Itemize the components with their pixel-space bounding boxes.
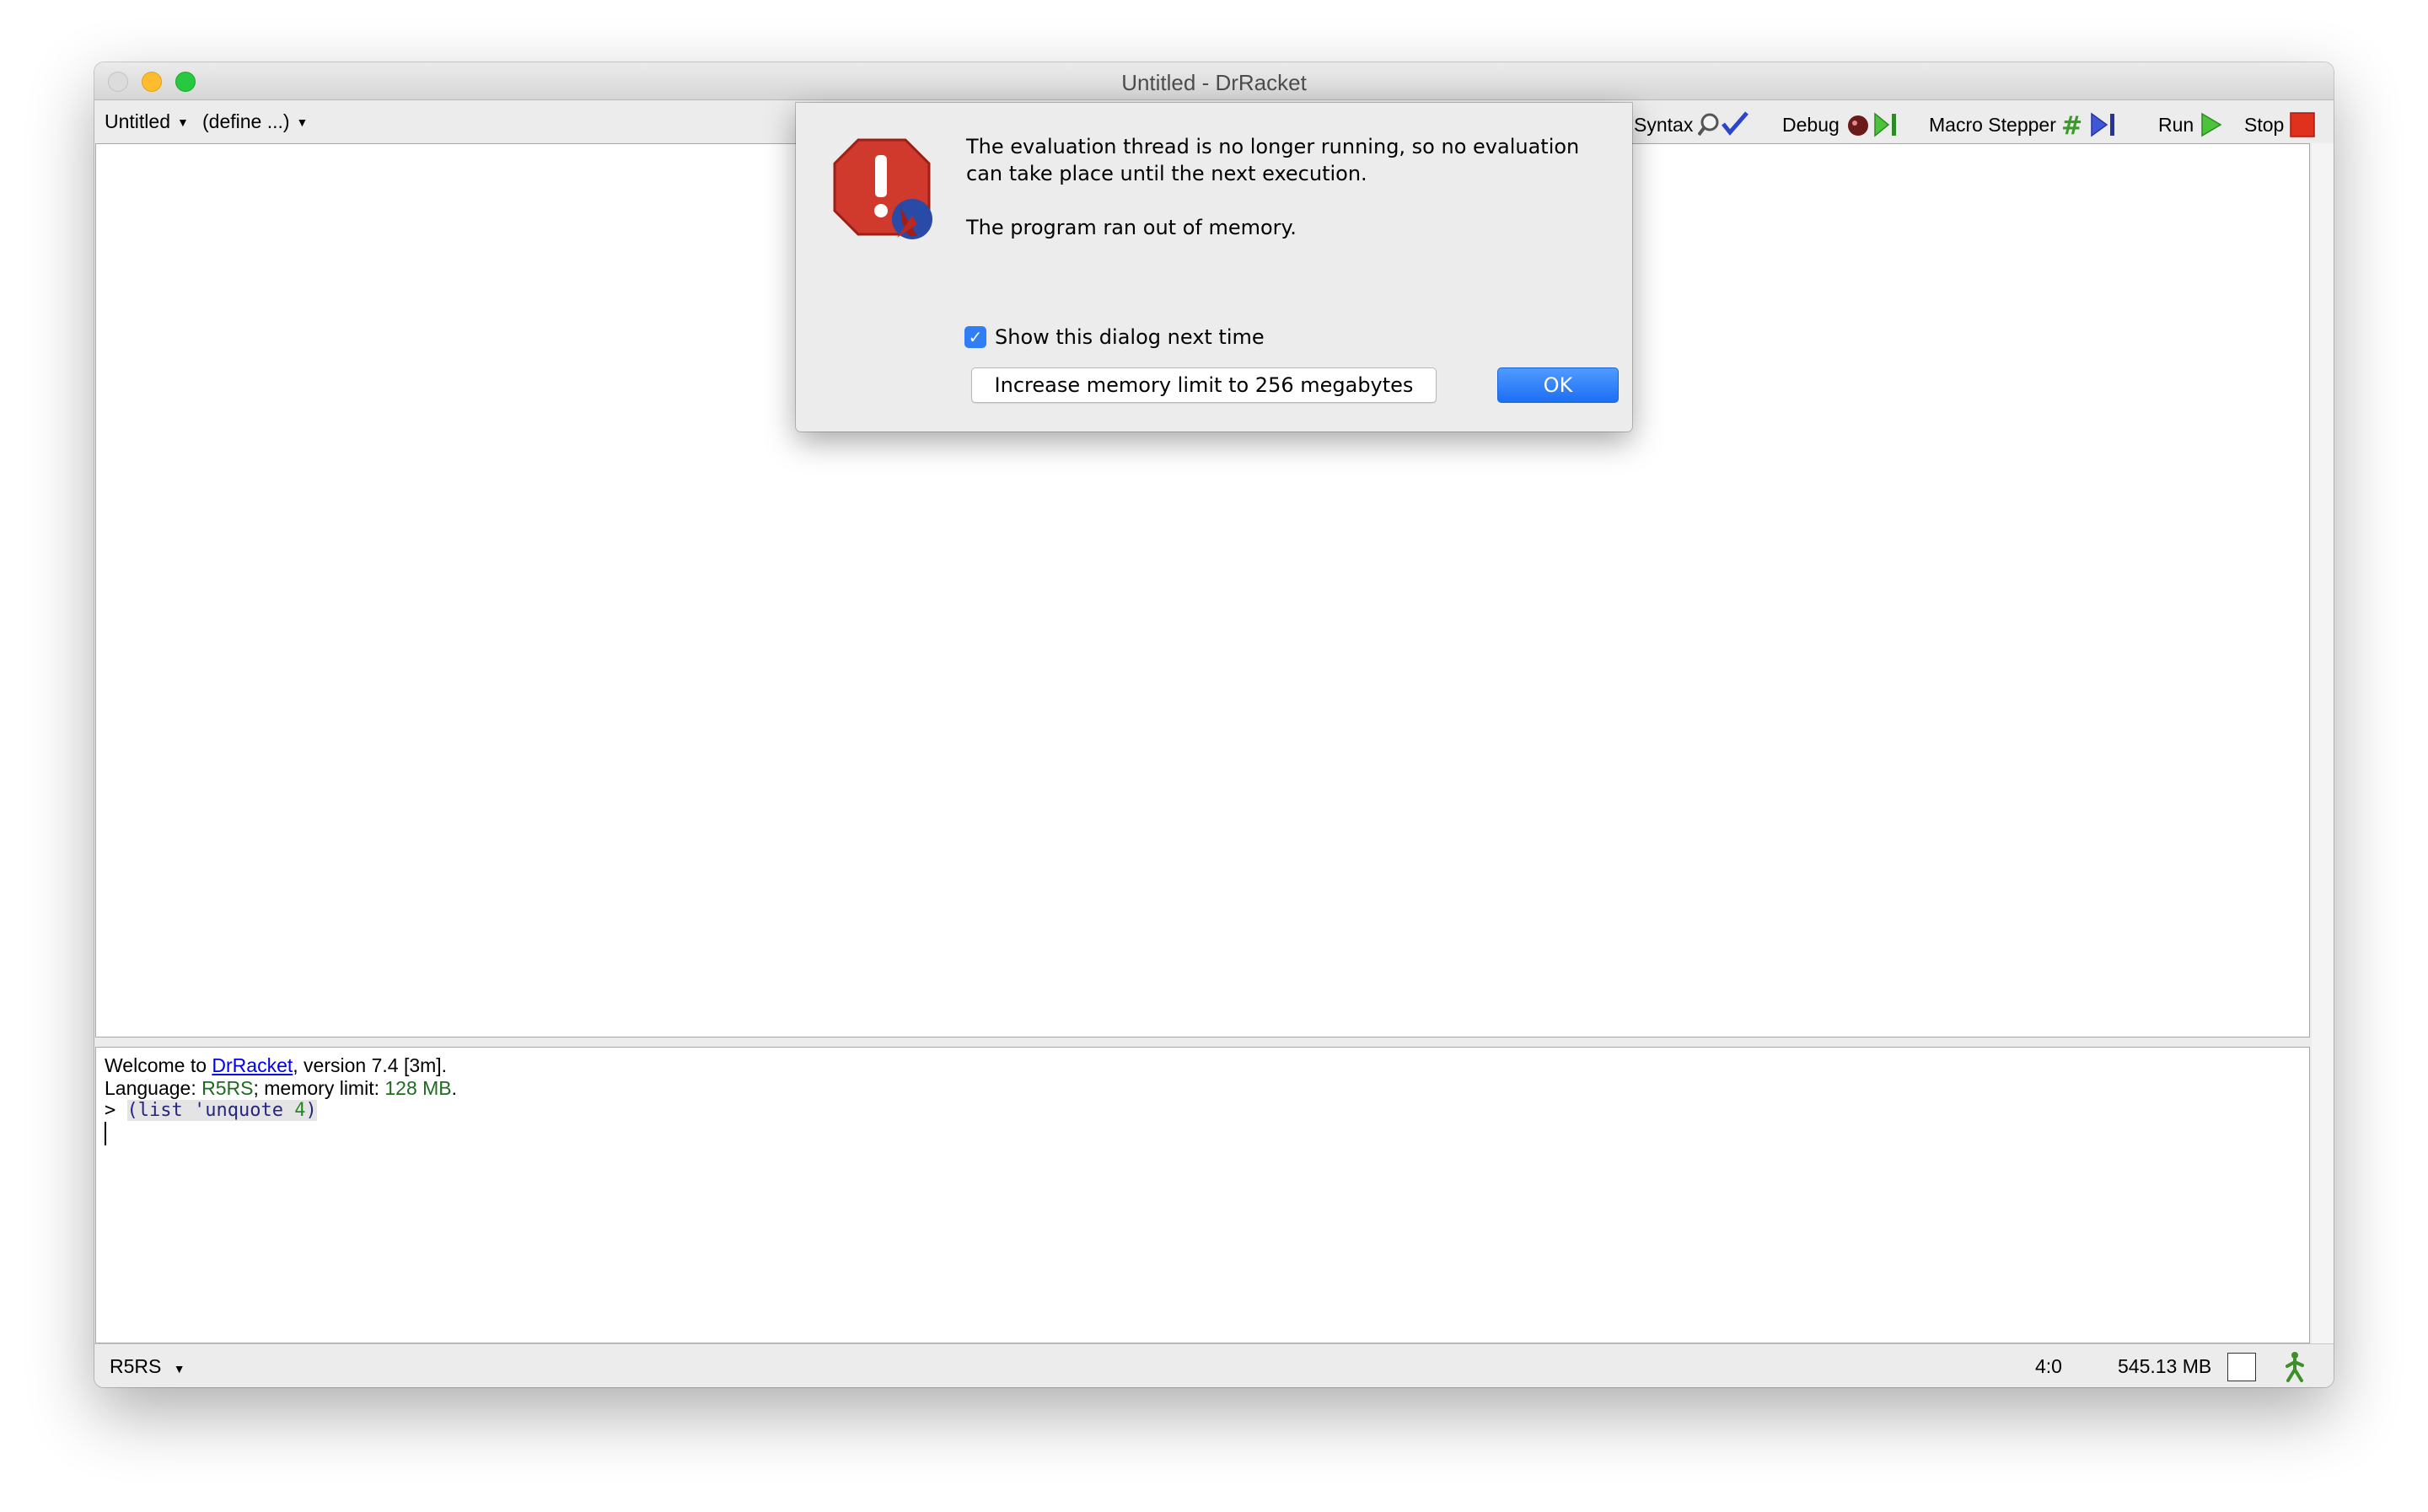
window-title: Untitled - DrRacket [1121, 70, 1307, 95]
hash-step-icon: # [2061, 111, 2114, 139]
running-person-icon [2286, 1352, 2304, 1382]
macro-stepper-label: Macro Stepper [1929, 113, 2056, 136]
define-menu-label: (define ...) [202, 110, 290, 132]
increase-memory-button[interactable]: Increase memory limit to 256 megabytes [971, 367, 1437, 403]
welcome-line: Welcome to DrRacket, version 7.4 [3m]. [105, 1054, 447, 1077]
pane-splitter[interactable] [94, 1038, 2312, 1047]
chevron-down-icon: ▼ [173, 1362, 185, 1375]
cursor-position: 4:0 [2035, 1355, 2062, 1377]
status-bar: R5RS ▼ 4:0 545.13 MB [94, 1343, 2334, 1387]
chevron-down-icon: ▼ [176, 115, 189, 129]
expr-close: ) [305, 1100, 317, 1121]
expr-open: (list [126, 1100, 194, 1121]
debug-label: Debug [1782, 113, 1840, 136]
repl-expression-line: > (list 'unquote 4) [105, 1100, 317, 1121]
stop-button[interactable]: Stop [2244, 110, 2316, 139]
show-dialog-checkbox-row[interactable]: ✓ Show this dialog next time [964, 325, 1265, 349]
repl-prompt: > [105, 1100, 116, 1121]
ok-button[interactable]: OK [1497, 367, 1619, 403]
memory-suffix: . [451, 1077, 458, 1099]
dialog-message: The evaluation thread is no longer runni… [966, 133, 1607, 268]
chevron-down-icon: ▼ [296, 115, 309, 129]
run-label: Run [2158, 113, 2194, 136]
interactions-pane[interactable]: Welcome to DrRacket, version 7.4 [3m]. L… [95, 1047, 2310, 1343]
out-of-memory-dialog: The evaluation thread is no longer runni… [796, 103, 1632, 432]
version-text: , version 7.4 [3m]. [293, 1054, 448, 1076]
checkmark-icon: ✓ [968, 327, 983, 347]
file-menu-label: Untitled [105, 110, 170, 132]
svg-text:#: # [2061, 111, 2082, 139]
welcome-text: Welcome to [105, 1054, 212, 1076]
language-line: Language: R5RS; memory limit: 128 MB. [105, 1077, 457, 1100]
magnifier-check-icon [1698, 111, 1749, 137]
dialog-message-line-1: The evaluation thread is no longer runni… [966, 135, 1580, 185]
drracket-link[interactable]: DrRacket [212, 1054, 293, 1076]
gc-indicator[interactable] [2227, 1353, 2256, 1381]
language-name: R5RS [201, 1077, 254, 1099]
language-label: Language: [105, 1077, 202, 1099]
play-icon [2201, 112, 2222, 137]
expr-space [283, 1100, 294, 1121]
language-selector-label: R5RS [110, 1355, 162, 1377]
memory-label: ; memory limit: [253, 1077, 385, 1099]
language-selector[interactable]: R5RS ▼ [110, 1355, 185, 1378]
title-bar: Untitled - DrRacket [94, 62, 2334, 100]
bug-step-icon [1847, 112, 1896, 137]
file-menu-button[interactable]: Untitled ▼ [105, 110, 189, 133]
vertical-scrollbar[interactable] [2312, 143, 2334, 1357]
memory-usage: 545.13 MB [2118, 1355, 2212, 1377]
macro-stepper-button[interactable]: Macro Stepper # [1929, 110, 2122, 139]
run-button[interactable]: Run [2158, 110, 2224, 139]
repl-expression: (list 'unquote 4) [126, 1100, 317, 1121]
expr-quote: 'unquote [193, 1100, 283, 1121]
stop-square-icon [2290, 112, 2316, 137]
expr-number: 4 [294, 1100, 306, 1121]
dialog-message-line-2: The program ran out of memory. [966, 216, 1297, 239]
show-dialog-checkbox-label: Show this dialog next time [995, 325, 1265, 349]
stop-sign-warning-icon [833, 138, 932, 239]
show-dialog-checkbox[interactable]: ✓ [964, 326, 986, 348]
define-menu-button[interactable]: (define ...) ▼ [202, 110, 308, 133]
check-syntax-button[interactable]: Syntax [1634, 110, 1750, 139]
debug-button[interactable]: Debug [1782, 110, 1904, 139]
memory-limit-value: 128 MB [384, 1077, 452, 1099]
stop-label: Stop [2244, 113, 2285, 136]
check-syntax-label: Syntax [1634, 113, 1694, 136]
text-cursor [105, 1122, 106, 1145]
